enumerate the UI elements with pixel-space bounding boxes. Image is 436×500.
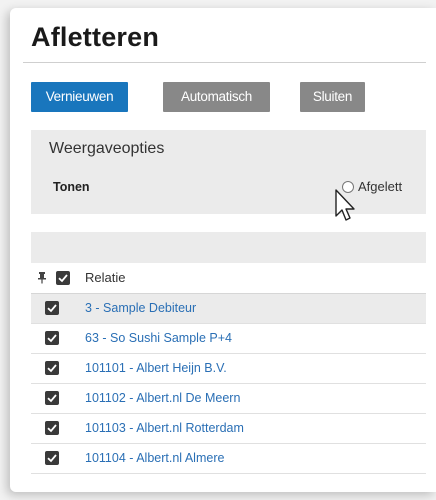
checkmark-icon <box>47 424 57 433</box>
table-row: 63 - So Sushi Sample P+4 <box>31 324 426 354</box>
show-label: Tonen <box>53 180 90 194</box>
relation-link[interactable]: 101101 - Albert Heijn B.V. <box>85 361 227 375</box>
display-options-panel: Weergaveopties Tonen Afgelett <box>31 130 426 214</box>
row-checkbox[interactable] <box>45 451 59 465</box>
relation-link[interactable]: 101102 - Albert.nl De Meern <box>85 391 240 405</box>
pin-icon[interactable] <box>37 271 47 284</box>
table-row: 101101 - Albert Heijn B.V. <box>31 354 426 384</box>
relation-link[interactable]: 3 - Sample Debiteur <box>85 301 196 315</box>
table-row: 101103 - Albert.nl Rotterdam <box>31 414 426 444</box>
display-options-heading: Weergaveopties <box>49 140 165 157</box>
show-reconciled-label[interactable]: Afgelett <box>358 179 402 194</box>
row-checkbox[interactable] <box>45 421 59 435</box>
automatic-button[interactable]: Automatisch <box>163 82 270 112</box>
select-all-checkbox[interactable] <box>56 271 70 285</box>
page-title: Afletteren <box>31 22 160 52</box>
close-button[interactable]: Sluiten <box>300 82 365 112</box>
relation-column-header[interactable]: Relatie <box>85 270 125 285</box>
table-row: 3 - Sample Debiteur <box>31 294 426 324</box>
checkmark-icon <box>47 454 57 463</box>
row-checkbox[interactable] <box>45 301 59 315</box>
table-row: 101102 - Albert.nl De Meern <box>31 384 426 414</box>
checkmark-icon <box>47 394 57 403</box>
checkmark-icon <box>58 274 68 283</box>
grid-toolbar-band <box>31 232 426 263</box>
relation-link[interactable]: 101104 - Albert.nl Almere <box>85 451 224 465</box>
row-checkbox[interactable] <box>45 361 59 375</box>
grid-header-row: Relatie <box>31 263 426 294</box>
checkmark-icon <box>47 304 57 313</box>
refresh-button[interactable]: Vernieuwen <box>31 82 128 112</box>
checkmark-icon <box>47 364 57 373</box>
title-divider <box>23 62 426 63</box>
relation-link[interactable]: 63 - So Sushi Sample P+4 <box>85 331 232 345</box>
table-row: 101104 - Albert.nl Almere <box>31 444 426 474</box>
row-checkbox[interactable] <box>45 331 59 345</box>
relation-link[interactable]: 101103 - Albert.nl Rotterdam <box>85 421 244 435</box>
mouse-pointer-icon <box>335 189 355 221</box>
row-checkbox[interactable] <box>45 391 59 405</box>
checkmark-icon <box>47 334 57 343</box>
